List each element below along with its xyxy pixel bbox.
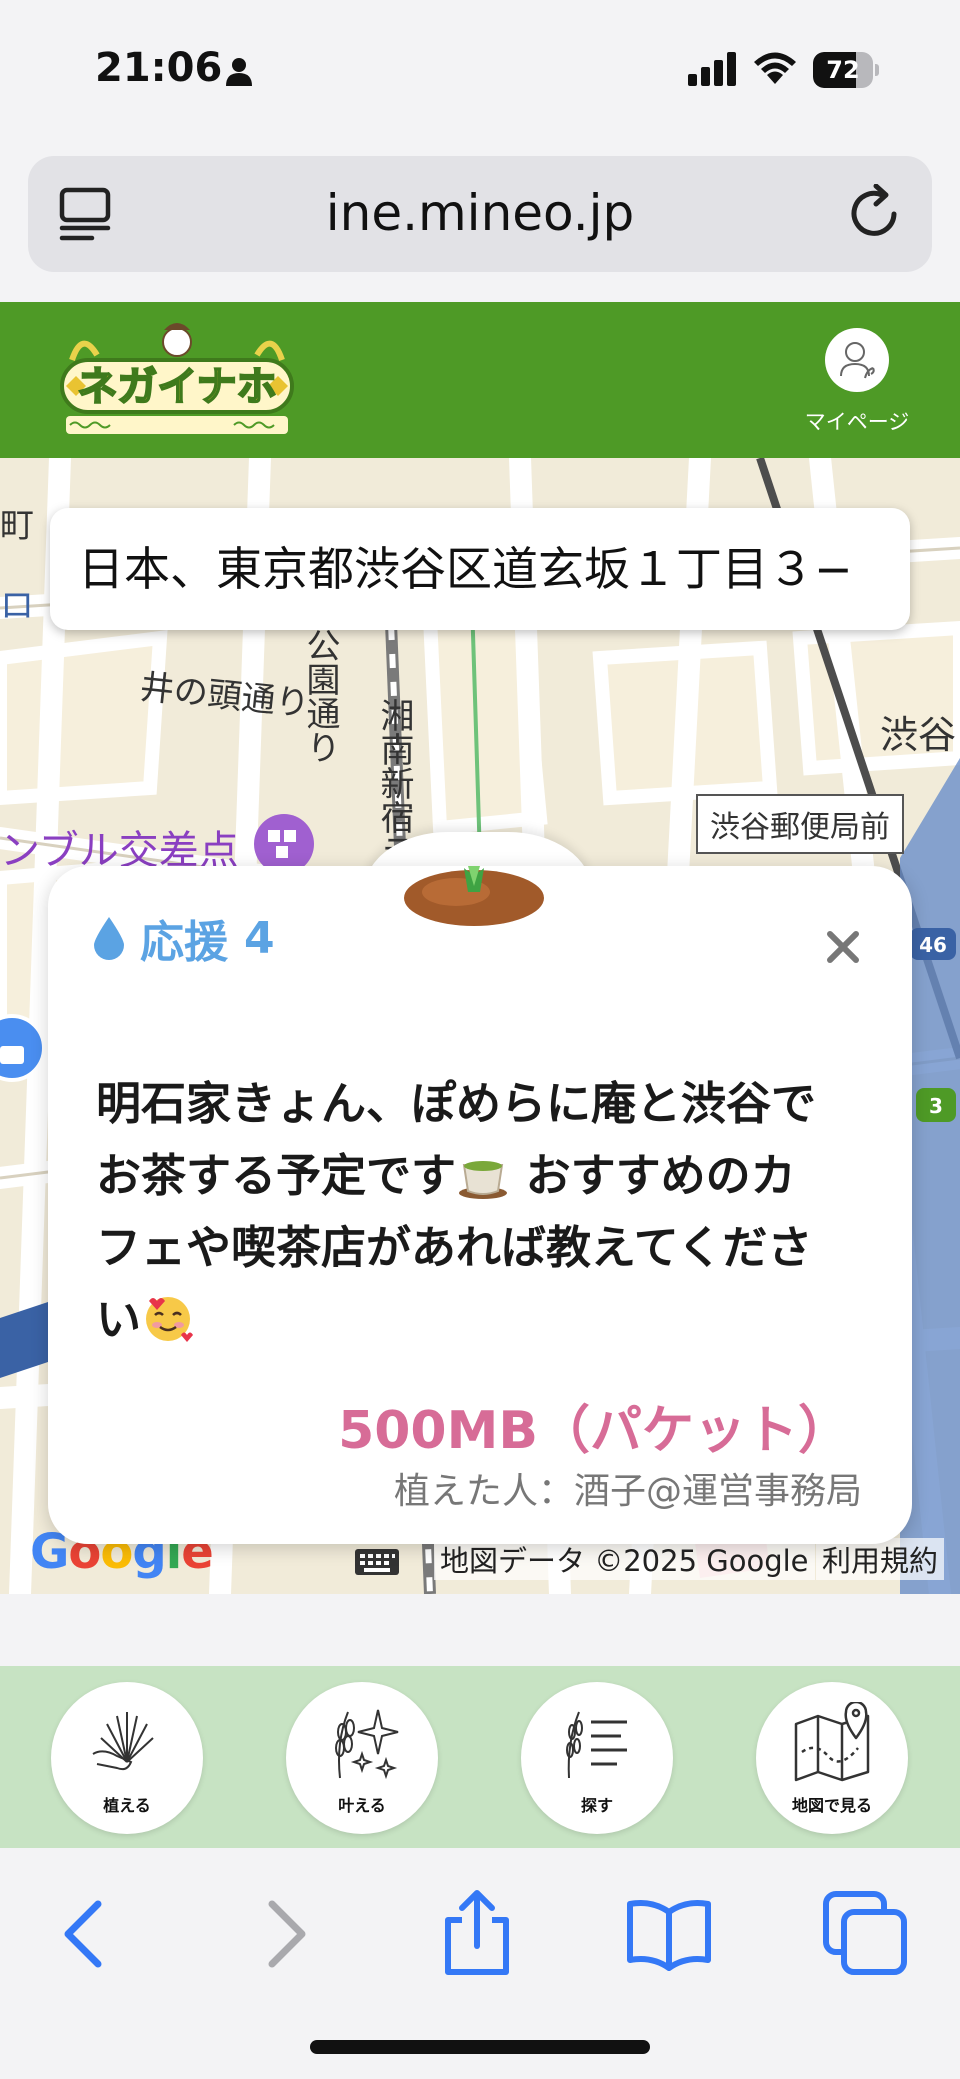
search-label: 探す bbox=[580, 1796, 613, 1815]
battery-indicator: 72 bbox=[813, 52, 879, 88]
map-data-credit: 地図データ ©2025 Google bbox=[434, 1538, 815, 1580]
support-count: 4 bbox=[244, 912, 275, 964]
message-line: 明石家きょん、ぽめらに庵と渋谷で bbox=[96, 1077, 817, 1130]
negainaho-logo[interactable]: ネガイナホ bbox=[52, 320, 302, 440]
support-counter[interactable]: 応援 4 bbox=[92, 908, 275, 968]
map-footer: Google 地図データ ©2025 Google 利用規約 bbox=[0, 1524, 960, 1594]
grant-button[interactable]: 叶える bbox=[286, 1682, 438, 1834]
back-icon[interactable] bbox=[40, 1888, 130, 1978]
map-label-post-office: 渋谷郵便局前 bbox=[696, 794, 904, 854]
folded-map-pin-icon bbox=[794, 1702, 870, 1782]
map-label-ro: ロ bbox=[0, 586, 34, 626]
wifi-icon bbox=[754, 52, 796, 84]
site-header: ネガイナホ マイページ bbox=[0, 302, 960, 458]
green-tea-emoji-icon bbox=[459, 1161, 508, 1199]
message-line: フェや喫茶店があれば教えてくださ bbox=[96, 1221, 813, 1274]
status-bar: 21:06 72 bbox=[0, 0, 960, 140]
map-view-label: 地図で見る bbox=[791, 1796, 872, 1815]
message-line: おすすめのカ bbox=[510, 1149, 796, 1202]
url-text[interactable]: ine.mineo.jp bbox=[28, 184, 932, 242]
svg-text:ネガイナホ: ネガイナホ bbox=[77, 364, 276, 410]
reward-amount: 500MB（パケット） bbox=[338, 1401, 850, 1461]
mypage-label: マイページ bbox=[804, 410, 910, 434]
map-label-shibuya: 渋谷 bbox=[880, 713, 957, 757]
rice-plant-hand-icon bbox=[92, 1712, 154, 1771]
home-indicator bbox=[310, 2040, 650, 2054]
mypage-button[interactable]: マイページ bbox=[802, 328, 912, 436]
tabs-icon[interactable] bbox=[820, 1888, 910, 1978]
plant-label: 植える bbox=[103, 1796, 151, 1815]
planter-name: 植えた人：酒子@運営事務局 bbox=[393, 1471, 862, 1512]
share-icon[interactable] bbox=[432, 1888, 522, 1978]
message-line: お茶する予定です bbox=[96, 1149, 457, 1202]
svg-text:46: 46 bbox=[919, 933, 947, 957]
status-time: 21:06 bbox=[95, 45, 223, 91]
grant-label: 叶える bbox=[338, 1796, 386, 1815]
address-bar[interactable]: ine.mineo.jp bbox=[28, 156, 932, 272]
forward-icon[interactable] bbox=[240, 1888, 330, 1978]
battery-percent: 72 bbox=[826, 56, 860, 84]
person-icon bbox=[226, 58, 252, 86]
support-label: 応援 bbox=[140, 917, 228, 968]
map-label-cho: 町 bbox=[0, 506, 34, 546]
smiling-face-hearts-emoji-icon bbox=[146, 1297, 194, 1342]
search-button[interactable]: 探す bbox=[521, 1682, 673, 1834]
close-icon[interactable] bbox=[818, 922, 868, 972]
keyboard-shortcuts-icon[interactable] bbox=[354, 1548, 400, 1576]
rice-list-icon bbox=[566, 1711, 627, 1779]
cellular-signal-icon bbox=[688, 52, 736, 86]
site-bottom-nav: 植える 叶える 探す 地図で見る bbox=[0, 1666, 960, 1848]
map-view-button[interactable]: 地図で見る bbox=[756, 1682, 908, 1834]
water-drop-icon bbox=[94, 917, 124, 960]
user-sprout-icon bbox=[840, 342, 875, 379]
message-line: い bbox=[96, 1293, 142, 1346]
map-label-koen-dori: 公園通り bbox=[300, 628, 340, 764]
sparkle-rice-icon bbox=[335, 1709, 399, 1780]
wish-message: 明石家きょん、ぽめらに庵と渋谷で お茶する予定です おすすめのカ フェや喫茶店が… bbox=[96, 1068, 876, 1356]
plant-button[interactable]: 植える bbox=[51, 1682, 203, 1834]
address-display[interactable]: 日本、東京都渋谷区道玄坂１丁目３− bbox=[50, 508, 910, 630]
map-terms-link[interactable]: 利用規約 bbox=[815, 1538, 944, 1580]
sprout-soil-icon bbox=[404, 866, 544, 926]
bookmarks-icon[interactable] bbox=[624, 1888, 714, 1978]
svg-text:3: 3 bbox=[929, 1094, 943, 1118]
reload-icon[interactable] bbox=[846, 184, 904, 242]
